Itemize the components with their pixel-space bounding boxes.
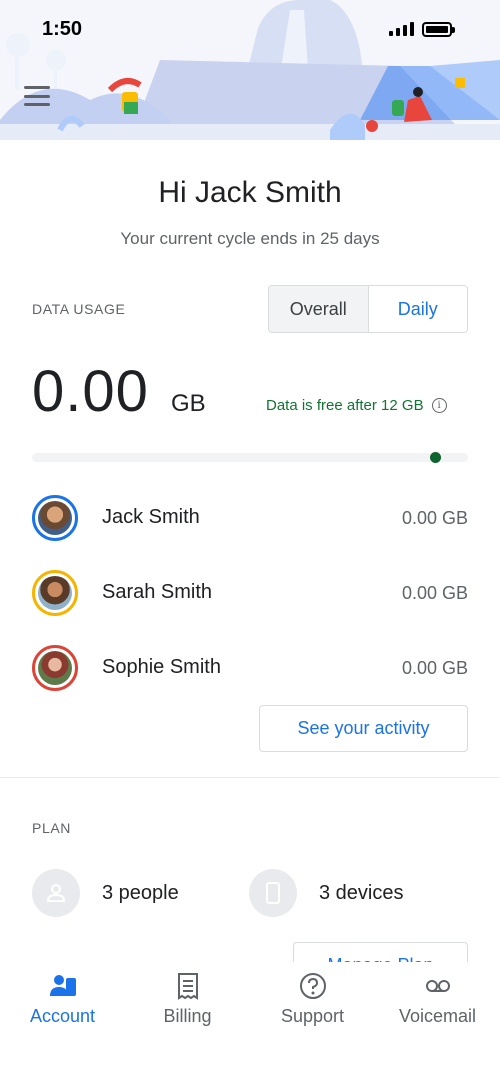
bottom-navigation: Account Billing Support Voicemail	[0, 962, 500, 1082]
plan-people-text: 3 people	[102, 882, 179, 904]
member-row[interactable]: Jack Smith 0.00 GB	[0, 495, 500, 547]
member-name: Sophie Smith	[102, 656, 221, 678]
plan-label: PLAN	[32, 820, 71, 836]
nav-label: Billing	[163, 1006, 212, 1026]
member-row[interactable]: Sophie Smith 0.00 GB	[0, 645, 500, 697]
usage-progress-marker	[430, 452, 441, 463]
free-data-note: Data is free after 12 GB i	[266, 397, 447, 414]
usage-period-toggle: Overall Daily	[268, 285, 468, 333]
account-icon	[49, 975, 76, 996]
see-activity-button[interactable]: See your activity	[259, 705, 468, 752]
support-icon	[299, 973, 326, 999]
member-usage: 0.00 GB	[401, 583, 468, 603]
member-row[interactable]: Sarah Smith 0.00 GB	[0, 570, 500, 622]
data-usage-label: DATA USAGE	[32, 301, 126, 317]
nav-label: Account	[29, 1006, 96, 1026]
plan-devices-text: 3 devices	[319, 882, 404, 904]
avatar	[32, 645, 78, 691]
account-screen: 1:50 Hi Jack Smith Your current cycle en…	[0, 0, 500, 1082]
greeting-title: Hi Jack Smith	[158, 176, 342, 209]
battery-icon	[422, 22, 455, 37]
section-divider	[0, 777, 500, 778]
info-icon[interactable]: i	[431, 398, 447, 413]
nav-billing[interactable]: Billing	[125, 962, 250, 1042]
voicemail-icon	[425, 980, 450, 992]
usage-unit: GB	[171, 390, 206, 417]
avatar	[32, 495, 78, 541]
signal-icon	[389, 22, 414, 36]
billing-icon	[177, 973, 198, 1000]
usage-amount: 0.00	[32, 359, 149, 424]
nav-voicemail[interactable]: Voicemail	[375, 962, 500, 1042]
menu-icon[interactable]	[24, 86, 50, 106]
nav-label: Voicemail	[398, 1006, 477, 1026]
toggle-daily[interactable]: Daily	[368, 286, 467, 332]
toggle-overall[interactable]: Overall	[269, 286, 369, 332]
cycle-text: Your current cycle ends in 25 days	[120, 229, 380, 248]
status-bar: 1:50	[0, 0, 500, 60]
member-name: Sarah Smith	[102, 581, 213, 603]
nav-label: Support	[280, 1006, 345, 1026]
plan-devices: 3 devices	[249, 869, 439, 919]
plan-people: 3 people	[32, 869, 222, 919]
nav-support[interactable]: Support	[250, 962, 375, 1042]
usage-progress-track	[32, 453, 468, 462]
phone-icon	[249, 869, 297, 917]
nav-account[interactable]: Account	[0, 962, 125, 1042]
hero-illustration: 1:50	[0, 0, 500, 140]
member-usage: 0.00 GB	[401, 658, 468, 678]
free-data-text: Data is free after 12 GB	[266, 397, 424, 414]
member-name: Jack Smith	[102, 506, 200, 528]
status-time: 1:50	[42, 18, 83, 40]
avatar	[32, 570, 78, 616]
member-usage: 0.00 GB	[401, 508, 468, 528]
person-icon	[32, 869, 80, 917]
